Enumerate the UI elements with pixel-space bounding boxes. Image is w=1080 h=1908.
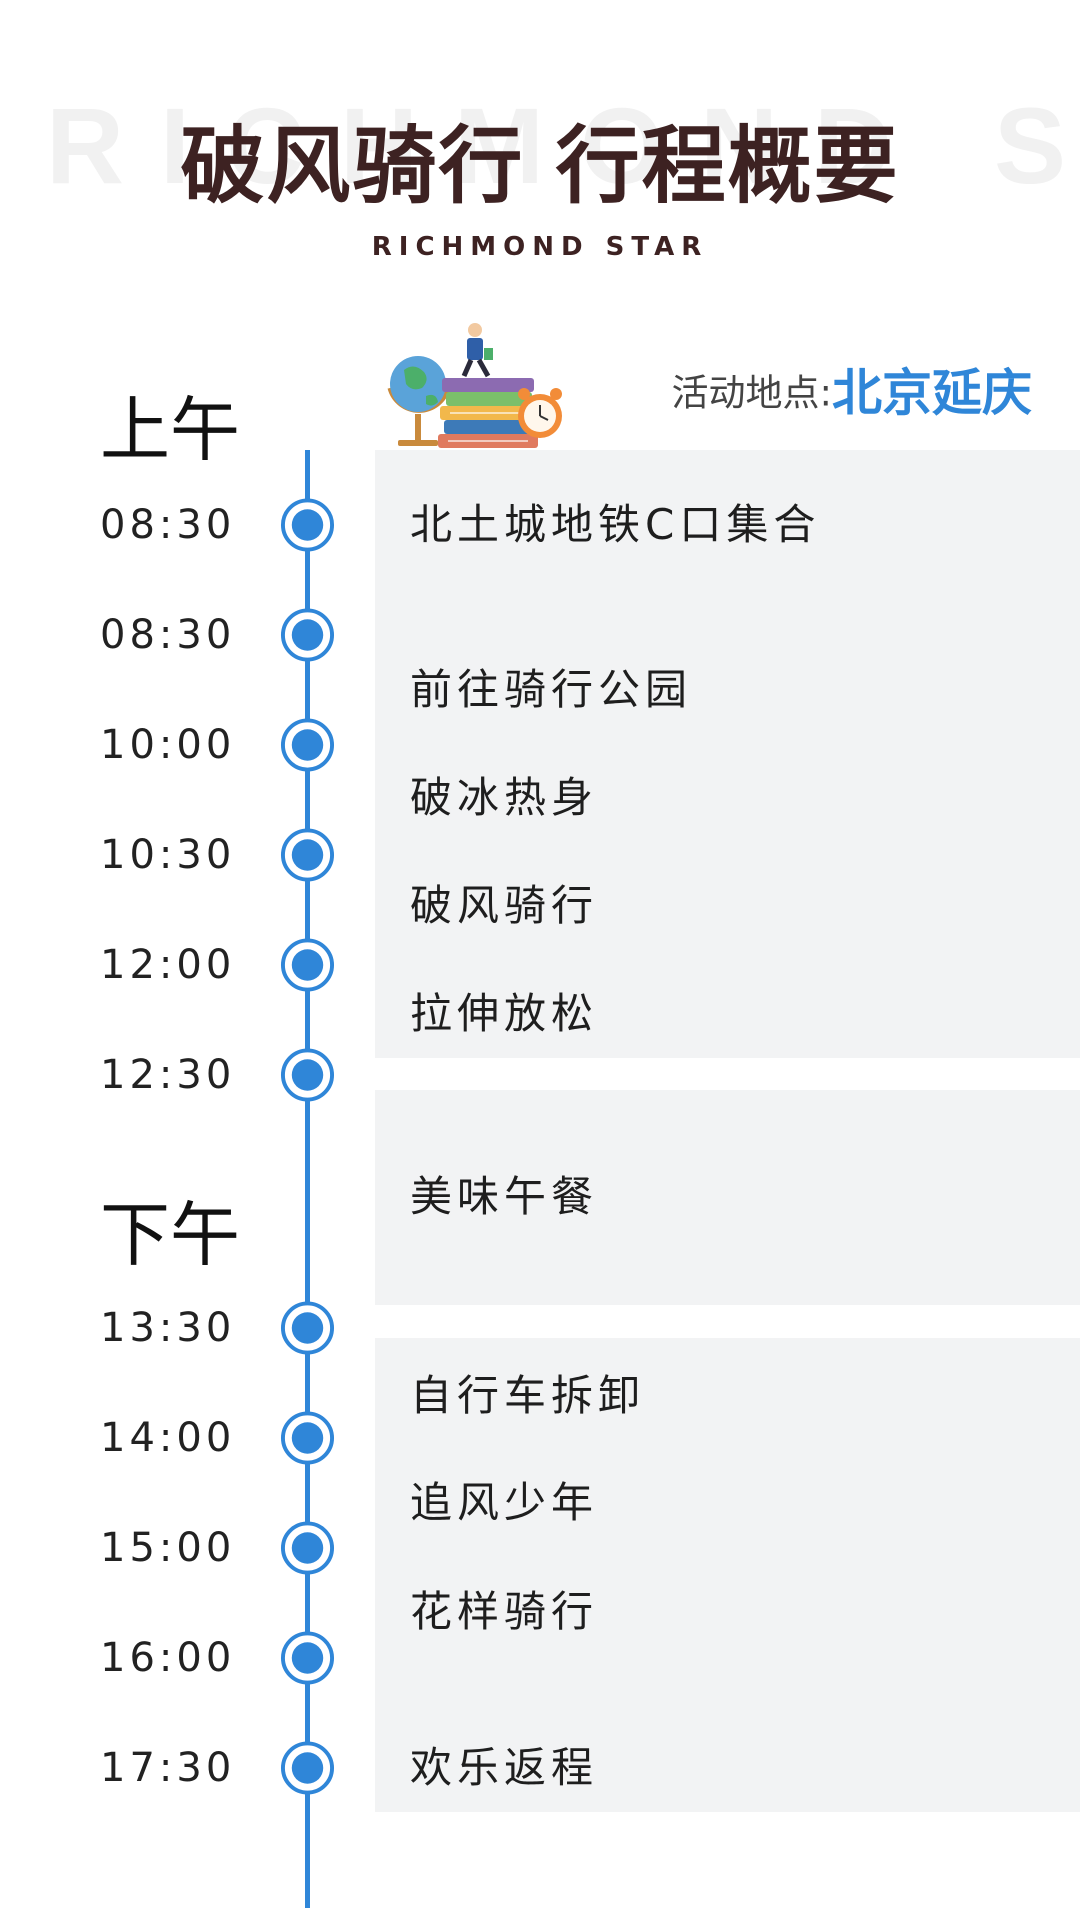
timeline-time: 15:00 <box>100 1525 236 1571</box>
activity-item: 拉伸放松 <box>410 989 599 1038</box>
timeline-dot-icon <box>280 1741 335 1795</box>
timeline-dot-icon <box>280 1521 335 1575</box>
afternoon-label: 下午 <box>100 1194 240 1276</box>
timeline-time: 13:30 <box>100 1305 236 1351</box>
timeline-dot-icon <box>280 498 335 552</box>
timeline-line <box>305 450 310 1908</box>
timeline-dot-icon <box>280 1301 335 1355</box>
timeline-dot-icon <box>280 938 335 992</box>
activity-item: 前往骑行公园 <box>410 665 693 714</box>
page-subtitle: RICHMOND STAR <box>371 232 709 262</box>
morning-label: 上午 <box>100 389 240 471</box>
location-label: 活动地点: <box>671 371 832 415</box>
books-globe-clock-illustration <box>387 323 562 448</box>
timeline-dot-icon <box>280 1631 335 1685</box>
timeline-time: 12:30 <box>100 1052 236 1098</box>
activity-location: 活动地点:北京延庆 <box>672 368 1032 418</box>
timeline-dot-icon <box>280 1048 335 1102</box>
location-value: 北京延庆 <box>832 364 1032 422</box>
page-title: 破风骑行 行程概要 <box>180 117 900 215</box>
timeline-dot-icon <box>280 718 335 772</box>
timeline-time: 16:00 <box>100 1635 236 1681</box>
timeline-time: 10:00 <box>100 722 236 768</box>
activity-item: 花样骑行 <box>410 1587 599 1636</box>
activity-item: 欢乐返程 <box>410 1743 599 1792</box>
timeline-time: 12:00 <box>100 942 236 988</box>
timeline-time: 17:30 <box>100 1745 236 1791</box>
activity-item: 追风少年 <box>410 1478 599 1527</box>
timeline-time: 08:30 <box>100 502 236 548</box>
timeline-dot-icon <box>280 828 335 882</box>
activity-item: 破风骑行 <box>410 881 599 930</box>
activity-item: 自行车拆卸 <box>410 1371 646 1420</box>
timeline-time: 14:00 <box>100 1415 236 1461</box>
activity-item: 破冰热身 <box>410 773 599 822</box>
activity-item: 美味午餐 <box>410 1172 599 1221</box>
timeline-dot-icon <box>280 1411 335 1465</box>
timeline-dot-icon <box>280 608 335 662</box>
timeline-time: 10:30 <box>100 832 236 878</box>
timeline-time: 08:30 <box>100 612 236 658</box>
itinerary-page: RICHMOND STAR 破风骑行 行程概要 RICHMOND STAR <box>0 0 1080 1908</box>
activity-item: 北土城地铁C口集合 <box>410 500 821 549</box>
